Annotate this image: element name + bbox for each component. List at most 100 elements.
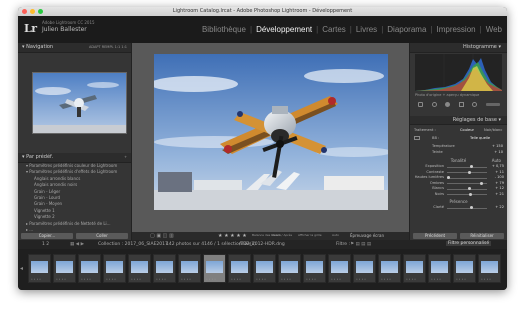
- navigator-zoom-options[interactable]: ADAPT REMPL 1:1 1:1: [89, 43, 127, 52]
- thumbnail-rating: • • • •: [81, 277, 91, 281]
- filmstrip-thumbnail[interactable]: • • • •: [28, 254, 51, 283]
- filmstrip-thumbnail[interactable]: • • • •: [478, 254, 501, 283]
- histogram-header[interactable]: Histogramme ▾: [410, 43, 507, 53]
- filmstrip-thumbnail[interactable]: • • • •: [203, 254, 226, 283]
- slider-knob[interactable]: [480, 181, 484, 185]
- secondary-display-icons[interactable]: 1 2: [42, 242, 49, 247]
- slider-value[interactable]: + 22: [495, 205, 504, 209]
- thumbnail-rating: • • • •: [356, 277, 366, 281]
- module-print[interactable]: Impression: [435, 25, 476, 34]
- slider-knob[interactable]: [467, 170, 471, 174]
- slider-track[interactable]: [447, 194, 487, 195]
- temp-value[interactable]: + 150: [492, 144, 503, 148]
- thumbnail-rating: • • • •: [156, 277, 166, 281]
- source-collection[interactable]: Collection : 2017_06_SIAE2017: [98, 242, 168, 247]
- filmstrip-thumbnail[interactable]: • • • •: [328, 254, 351, 283]
- slider-knob[interactable]: [469, 206, 473, 210]
- left-panel-buttons: Copier... Coller: [18, 231, 131, 240]
- slider-track[interactable]: [447, 166, 487, 168]
- slider-value[interactable]: + 0,75: [492, 164, 504, 168]
- treatment-row: Traitement : Couleur Noir/blanc: [414, 128, 503, 132]
- filmstrip-thumbnail[interactable]: • • • •: [428, 254, 451, 283]
- thumbnail-rating: • • • •: [431, 277, 441, 281]
- slider-value[interactable]: - 100: [495, 175, 504, 179]
- treatment-color-option[interactable]: Couleur: [460, 128, 474, 132]
- before-after-toggle[interactable]: Avant / Après: [272, 233, 292, 237]
- filmstrip-thumbnail[interactable]: • • • •: [78, 254, 101, 283]
- slider-knob[interactable]: [467, 187, 471, 191]
- module-library[interactable]: Bibliothèque: [201, 25, 247, 34]
- treatment-bw-option[interactable]: Noir/blanc: [484, 128, 502, 132]
- crop-tool-icon[interactable]: [418, 101, 423, 107]
- module-slideshow[interactable]: Diaporama: [386, 25, 427, 34]
- filmstrip-thumbnail[interactable]: • • • •: [128, 254, 151, 283]
- wb-value[interactable]: Telle quelle: [470, 136, 490, 140]
- auto-toggle[interactable]: Auto: [332, 233, 339, 237]
- spot-removal-icon[interactable]: [431, 101, 437, 107]
- presets-header[interactable]: ▾ Par prédéf. +: [18, 153, 131, 163]
- filter-flags-icon[interactable]: ⚑ ▤ ▤ ▤: [350, 242, 371, 247]
- filmstrip-scroll-left-icon[interactable]: ◂: [20, 265, 23, 272]
- filmstrip-thumbnail[interactable]: • • • •: [53, 254, 76, 283]
- slider-value[interactable]: + 79: [495, 181, 504, 185]
- navigator-header[interactable]: ▾ Navigation ADAPT REMPL 1:1 1:1: [18, 43, 131, 53]
- basic-panel-header[interactable]: Réglages de base ▾: [410, 116, 507, 125]
- filmstrip-thumbnail[interactable]: • • • •: [278, 254, 301, 283]
- filmstrip-thumbnail[interactable]: • • • •: [103, 254, 126, 283]
- slider-track[interactable]: [447, 207, 487, 209]
- thumbnail-image: [381, 261, 398, 273]
- module-web[interactable]: Web: [485, 25, 503, 34]
- reset-button[interactable]: Réinitialiser: [460, 232, 504, 239]
- eyedropper-icon[interactable]: [414, 136, 420, 140]
- softproof-checkbox[interactable]: Épreuvage écran: [350, 233, 384, 238]
- preset-item[interactable]: ▾ Paramètres prédéfinis d'effets de Ligh…: [18, 169, 131, 175]
- slider-value[interactable]: + 12: [495, 186, 504, 190]
- module-develop[interactable]: Développement: [255, 25, 313, 34]
- filmstrip-thumbnail[interactable]: • • • •: [403, 254, 426, 283]
- right-panel-buttons: Précédent Réinitialiser: [410, 231, 507, 240]
- navigator-preview[interactable]: [32, 72, 127, 134]
- basic-panel-title: Réglages de base: [452, 117, 497, 123]
- view-mode-icons[interactable]: ▢ ▣ ◫ ▥: [150, 233, 174, 239]
- add-preset-icon[interactable]: +: [124, 153, 127, 162]
- filter-dropdown[interactable]: Filtre personnalisé: [446, 241, 492, 246]
- tint-value[interactable]: + 10: [494, 150, 503, 154]
- graduated-filter-icon[interactable]: [458, 101, 464, 107]
- filmstrip-thumbnail[interactable]: • • • •: [178, 254, 201, 283]
- module-map[interactable]: Cartes: [321, 25, 347, 34]
- thumbnail-image: [81, 261, 98, 273]
- show-grid-toggle[interactable]: Afficher la grille: [298, 233, 322, 237]
- slider-track[interactable]: [447, 177, 487, 179]
- slider-value[interactable]: + 21: [495, 192, 504, 196]
- slider-knob[interactable]: [469, 165, 473, 169]
- main-photo[interactable]: [154, 54, 388, 210]
- previous-button[interactable]: Précédent: [413, 232, 457, 239]
- filmstrip-thumbnail[interactable]: • • • •: [253, 254, 276, 283]
- module-book[interactable]: Livres: [355, 25, 378, 34]
- filmstrip-thumbnail[interactable]: • • • •: [378, 254, 401, 283]
- slider-value[interactable]: + 11: [495, 170, 504, 174]
- lightroom-window: Lightroom Catalog.lrcat - Adobe Photosho…: [18, 7, 507, 290]
- filmstrip-thumbnail[interactable]: • • • •: [453, 254, 476, 283]
- grid-view-icon[interactable]: ▦ ◀ ▶: [70, 242, 84, 247]
- app-version: Adobe Lightroom CC 2015: [42, 20, 95, 25]
- radial-filter-icon[interactable]: [472, 101, 478, 107]
- filmstrip-thumbnail[interactable]: • • • •: [153, 254, 176, 283]
- slider-row: Clarté + 22: [410, 205, 507, 211]
- slider-label: Noirs: [434, 191, 444, 196]
- adjustment-brush-icon[interactable]: [485, 102, 500, 106]
- paste-settings-button[interactable]: Coller: [76, 232, 128, 239]
- slider-knob[interactable]: [447, 176, 450, 180]
- image-view[interactable]: [132, 43, 409, 232]
- filmstrip-thumbnail[interactable]: • • • •: [303, 254, 326, 283]
- filmstrip-thumbnail[interactable]: • • • •: [353, 254, 376, 283]
- red-eye-icon[interactable]: [445, 101, 451, 107]
- slider-knob[interactable]: [469, 192, 473, 196]
- thumbnail-rating: • • • •: [456, 277, 466, 281]
- title-bar: Lightroom Catalog.lrcat - Adobe Photosho…: [18, 7, 507, 16]
- filmstrip-thumbnail[interactable]: • • • •: [228, 254, 251, 283]
- histogram[interactable]: [415, 54, 502, 91]
- copy-settings-button[interactable]: Copier...: [21, 232, 73, 239]
- rating-stars[interactable]: ★ ★ ★ ★ ★: [218, 233, 247, 239]
- slider-track[interactable]: [447, 188, 487, 190]
